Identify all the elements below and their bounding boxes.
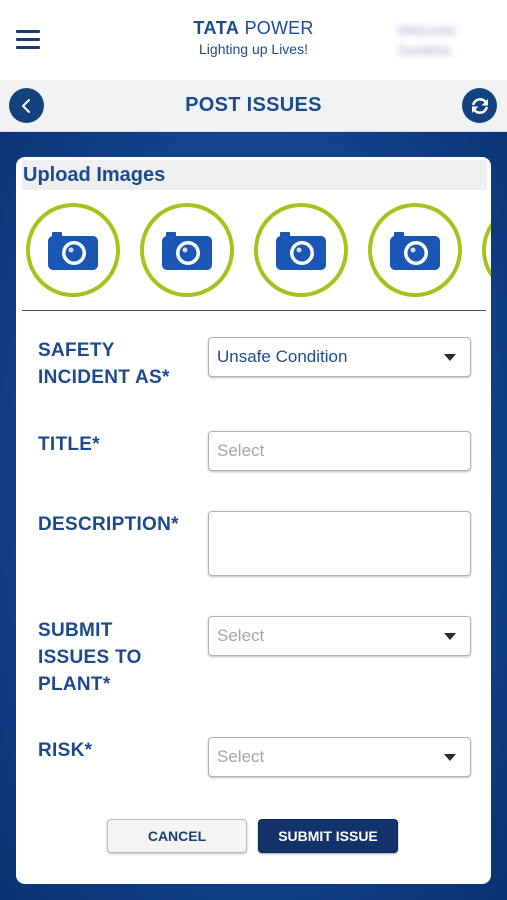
chevron-down-icon [444, 632, 456, 640]
title-label: TITLE* [38, 434, 100, 455]
page-title: POST ISSUES [185, 94, 322, 116]
safety-incident-label: SAFETY INCIDENT AS* [38, 340, 170, 388]
title-input[interactable] [208, 431, 471, 471]
section-divider [22, 310, 486, 311]
post-issue-form-card: Upload Images SAFETY INCIDENT AS* Unsafe… [16, 157, 491, 884]
plant-label: SUBMIT ISSUES TO PLANT* [38, 620, 142, 695]
camera-icon [48, 232, 98, 270]
upload-image-slot-5[interactable] [482, 203, 491, 297]
image-upload-row[interactable] [16, 201, 491, 301]
welcome-username: Surekha [398, 42, 451, 58]
app-header: TATA POWER Lighting up Lives! Welcome Su… [0, 0, 507, 80]
refresh-button[interactable] [462, 88, 497, 123]
upload-image-slot-2[interactable] [140, 203, 234, 297]
risk-label: RISK* [38, 740, 93, 761]
camera-icon [390, 232, 440, 270]
logo-tagline-text: Lighting up Lives! [199, 41, 308, 57]
upload-image-slot-4[interactable] [368, 203, 462, 297]
upload-image-slot-1[interactable] [26, 203, 120, 297]
upload-images-heading: Upload Images [22, 160, 487, 190]
camera-icon [276, 232, 326, 270]
welcome-greeting: Welcome [398, 22, 457, 38]
title-bar: POST ISSUES [0, 80, 507, 132]
logo-brand: TATA [193, 18, 240, 38]
risk-select[interactable]: Select [208, 737, 471, 777]
safety-incident-value: Unsafe Condition [217, 347, 348, 366]
description-label: DESCRIPTION* [38, 514, 179, 535]
chevron-down-icon [444, 753, 456, 761]
logo-word: POWER [244, 18, 314, 38]
welcome-user: Welcome Surekha [398, 20, 494, 60]
risk-placeholder: Select [217, 747, 265, 766]
refresh-icon [471, 97, 488, 114]
plant-select[interactable]: Select [208, 616, 471, 656]
description-textarea[interactable] [208, 511, 471, 576]
upload-image-slot-3[interactable] [254, 203, 348, 297]
plant-placeholder: Select [217, 626, 265, 645]
cancel-button[interactable]: CANCEL [107, 819, 247, 853]
submit-issue-button[interactable]: SUBMIT ISSUE [258, 819, 398, 853]
camera-icon [162, 232, 212, 270]
chevron-down-icon [444, 353, 456, 361]
safety-incident-select[interactable]: Unsafe Condition [208, 337, 471, 377]
